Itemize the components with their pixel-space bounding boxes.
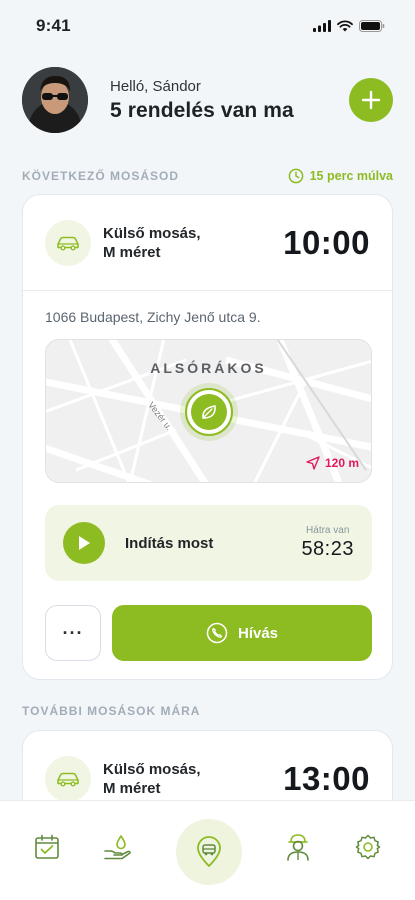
avatar[interactable] <box>22 67 88 133</box>
map-distance: 120 m <box>306 456 359 470</box>
next-wash-card: Külső mosás, M méret 10:00 1066 Budapest… <box>22 194 393 680</box>
eta-text: 15 perc múlva <box>309 169 393 183</box>
countdown-value: 58:23 <box>301 538 354 560</box>
countdown-label: Hátra van <box>306 525 350 536</box>
service-name-line2: M méret <box>103 780 161 797</box>
start-label: Indítás most <box>125 534 214 552</box>
status-icons <box>313 20 385 32</box>
worker-icon <box>287 834 309 861</box>
more-washes-label: TOVÁBBI MOSÁSOK MÁRA <box>22 704 201 718</box>
status-bar: 9:41 <box>0 0 415 52</box>
next-wash-section-header: KÖVETKEZŐ MOSÁSOD 15 perc múlva <box>22 168 393 184</box>
nav-calendar[interactable] <box>31 831 63 863</box>
more-washes-section-header: TOVÁBBI MOSÁSOK MÁRA <box>22 704 393 718</box>
countdown: Hátra van 58:23 <box>301 525 354 561</box>
header: Helló, Sándor 5 rendelés van ma <box>22 66 393 134</box>
start-now-panel: Indítás most Hátra van 58:23 <box>45 505 372 581</box>
gear-icon <box>355 834 381 860</box>
greeting-text: Helló, Sándor <box>110 77 201 95</box>
orders-count-title: 5 rendelés van ma <box>110 98 294 122</box>
service-name-line1: Külső mosás, <box>103 224 201 242</box>
phone-icon <box>206 622 228 644</box>
call-label: Hívás <box>237 624 279 642</box>
service-name-line1: Külső mosás, <box>103 761 201 778</box>
play-icon <box>79 536 90 550</box>
add-button[interactable] <box>349 78 393 122</box>
map-pin-inner <box>191 394 227 430</box>
service-row[interactable]: Külső mosás, M méret 10:00 <box>23 195 392 291</box>
car-icon <box>57 772 79 787</box>
battery-icon <box>359 20 385 32</box>
status-time: 9:41 <box>36 16 71 35</box>
service-time: 10:00 <box>283 223 370 261</box>
distance-text: 120 m <box>324 456 359 470</box>
nav-settings[interactable] <box>352 831 384 863</box>
car-icon-wrap <box>45 219 91 266</box>
map-district-label: ALSÓRÁKOS <box>150 360 267 376</box>
car-wash-pin-icon <box>197 836 221 867</box>
nav-profile[interactable] <box>282 831 314 863</box>
service-name: Külső mosás, M méret <box>103 224 283 262</box>
start-button[interactable] <box>63 522 105 564</box>
leaf-icon <box>202 405 216 419</box>
clock-icon <box>288 168 303 184</box>
greeting: Helló, Sándor 5 rendelés van ma <box>110 78 349 123</box>
map-pin[interactable] <box>185 388 233 436</box>
service-name: Külső mosás, M méret <box>103 760 283 798</box>
address: 1066 Budapest, Zichy Jenő utca 9. <box>45 309 261 325</box>
bottom-nav <box>0 800 415 900</box>
navigation-arrow-icon <box>306 456 320 470</box>
plus-icon <box>361 90 381 110</box>
map[interactable]: ALSÓRÁKOS Vezér u. 120 m <box>45 339 372 483</box>
calendar-icon <box>35 834 59 859</box>
eta-badge: 15 perc múlva <box>288 168 393 184</box>
service-name-line2: M méret <box>103 243 161 261</box>
nav-home[interactable] <box>176 819 242 885</box>
signal-icon <box>313 20 331 32</box>
car-icon-wrap <box>45 756 91 802</box>
more-options-button[interactable]: ··· <box>45 605 101 661</box>
service-time: 13:00 <box>283 760 370 797</box>
car-icon <box>57 236 79 250</box>
next-wash-label: KÖVETKEZŐ MOSÁSOD <box>22 169 180 183</box>
wifi-icon <box>337 20 353 32</box>
nav-services[interactable] <box>102 831 134 863</box>
water-hand-icon <box>104 835 131 860</box>
call-button[interactable]: Hívás <box>112 605 372 661</box>
